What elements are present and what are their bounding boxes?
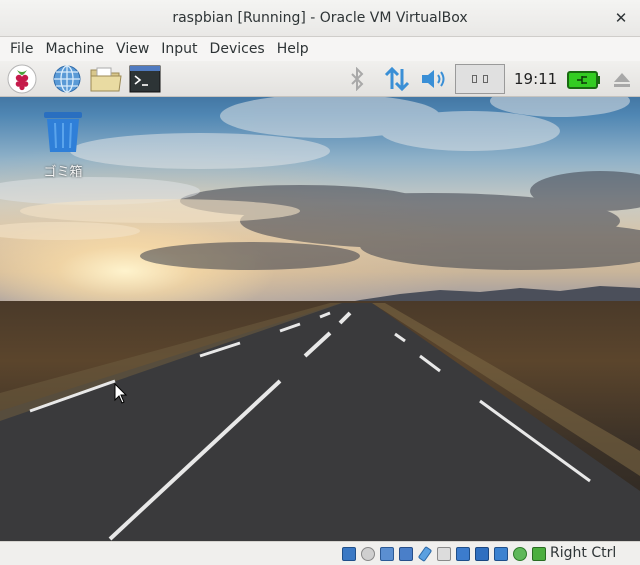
vm-statusbar: Right Ctrl — [0, 541, 640, 565]
audio-icon[interactable] — [380, 547, 394, 561]
desktop-pager-1[interactable] — [472, 75, 477, 83]
network-transfer-icon[interactable] — [383, 65, 411, 97]
bluetooth-icon[interactable] — [347, 66, 367, 95]
shared-folders-icon[interactable] — [437, 547, 451, 561]
menu-file[interactable]: File — [4, 41, 39, 57]
menu-help[interactable]: Help — [271, 41, 315, 57]
display-icon[interactable] — [456, 547, 470, 561]
host-key-label: Right Ctrl — [550, 545, 617, 561]
cpu-icon[interactable] — [494, 547, 508, 561]
web-browser-icon[interactable] — [51, 64, 83, 98]
menu-input[interactable]: Input — [155, 41, 203, 57]
window-title: raspbian [Running] - Oracle VM VirtualBo… — [172, 10, 468, 26]
menu-view[interactable]: View — [110, 41, 155, 57]
usb-icon[interactable] — [417, 545, 433, 563]
optical-drive-icon[interactable] — [361, 547, 375, 561]
raspberry-menu-icon[interactable] — [6, 64, 38, 98]
volume-icon[interactable] — [420, 67, 448, 95]
mouse-cursor-icon — [114, 383, 128, 404]
trash-label: ゴミ箱 — [43, 165, 83, 180]
menu-devices[interactable]: Devices — [204, 41, 271, 57]
mouse-integration-icon[interactable] — [513, 547, 527, 561]
hard-disk-icon[interactable] — [342, 547, 356, 561]
close-icon[interactable]: ✕ — [612, 9, 630, 27]
video-capture-icon[interactable] — [475, 547, 489, 561]
eject-icon[interactable] — [612, 70, 632, 94]
guest-taskbar: 19:11 — [0, 61, 640, 97]
keyboard-icon[interactable] — [532, 547, 546, 561]
taskbar-clock[interactable]: 19:11 — [514, 70, 557, 88]
battery-charging-icon[interactable] — [567, 71, 601, 93]
menu-machine[interactable]: Machine — [39, 41, 110, 57]
desktop-pager[interactable] — [455, 64, 505, 94]
window-titlebar[interactable]: raspbian [Running] - Oracle VM VirtualBo… — [0, 0, 640, 37]
terminal-icon[interactable] — [129, 64, 161, 98]
network-icon[interactable] — [399, 547, 413, 561]
file-manager-icon[interactable] — [89, 64, 123, 98]
guest-screen[interactable]: ゴミ箱 19:11 — [0, 61, 640, 541]
trash-icon — [44, 112, 82, 152]
wallpaper-road — [0, 303, 640, 541]
desktop-pager-2[interactable] — [483, 75, 488, 83]
menubar: File Machine View Input Devices Help — [0, 37, 640, 61]
